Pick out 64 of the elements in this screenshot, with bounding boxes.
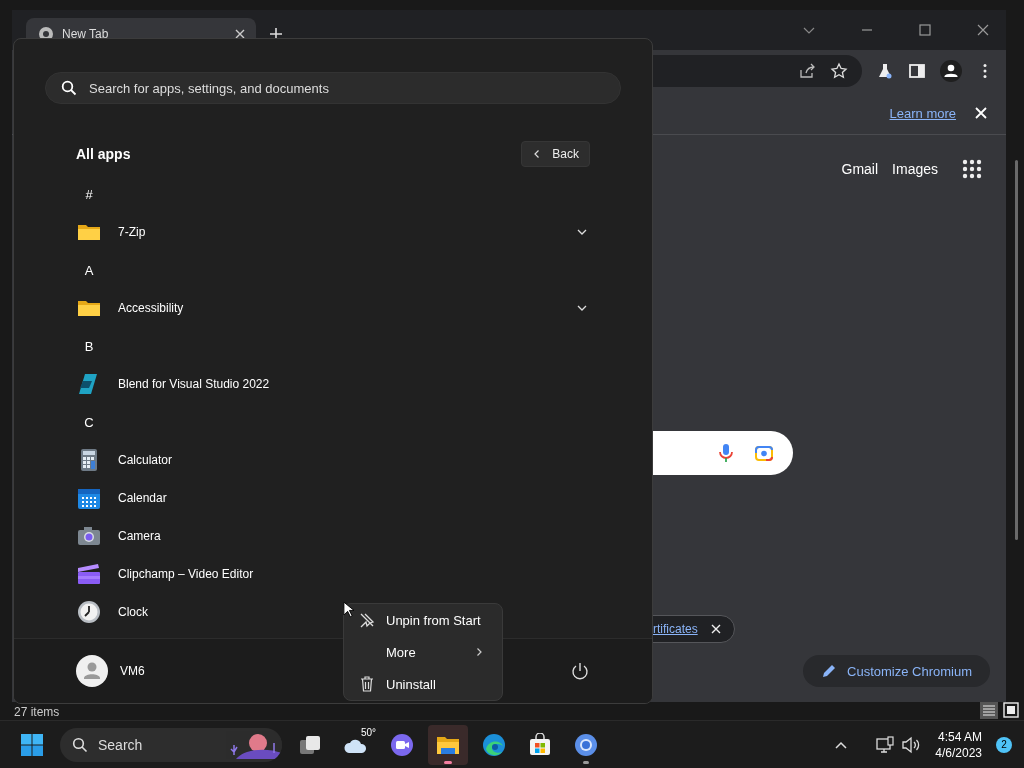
pencil-icon bbox=[821, 663, 837, 679]
calendar-icon bbox=[77, 486, 101, 510]
date-text: 4/6/2023 bbox=[935, 744, 982, 761]
windows-icon[interactable] bbox=[20, 732, 44, 757]
chromium-icon bbox=[574, 732, 598, 757]
header-link[interactable]: Gmail bbox=[841, 161, 879, 177]
time-text: 4:54 AM bbox=[937, 728, 982, 745]
header-link[interactable]: Images bbox=[892, 161, 938, 177]
volume-icon[interactable] bbox=[901, 734, 922, 755]
app-item[interactable]: Camera bbox=[76, 524, 161, 548]
app-item[interactable]: Accessibility bbox=[76, 296, 184, 320]
app-item[interactable]: Clock bbox=[76, 600, 148, 624]
app-item[interactable]: Calculator bbox=[76, 448, 173, 472]
chevron-right-icon bbox=[474, 647, 484, 657]
app-item[interactable]: Clipchamp – Video Editor bbox=[76, 562, 254, 586]
cursor-icon bbox=[343, 601, 354, 618]
learn-more-link[interactable]: Learn more bbox=[889, 105, 956, 121]
user-account[interactable]: VM6 bbox=[76, 655, 145, 687]
side-panel-icon[interactable] bbox=[908, 62, 926, 80]
tiles-view-icon[interactable] bbox=[1002, 701, 1020, 719]
video-chat-icon bbox=[390, 732, 414, 757]
app-item[interactable]: 7-Zip bbox=[76, 220, 146, 244]
clock[interactable]: 4:54 AM 4/6/2023 bbox=[935, 728, 982, 761]
taskbar-app[interactable]: 50° bbox=[336, 724, 376, 765]
close-icon[interactable] bbox=[234, 28, 246, 40]
notification-badge[interactable]: 2 bbox=[996, 736, 1012, 753]
letter-heading[interactable]: # bbox=[76, 186, 102, 202]
close-icon[interactable] bbox=[976, 23, 990, 37]
app-item[interactable]: Blend for Visual Studio 2022 bbox=[76, 372, 270, 396]
camera-icon bbox=[77, 524, 101, 548]
maximize-icon[interactable] bbox=[918, 23, 932, 37]
section-title: All apps bbox=[76, 146, 131, 162]
search-icon bbox=[72, 736, 88, 753]
taskbar-app[interactable] bbox=[428, 724, 468, 765]
certificates-link[interactable]: rtificates bbox=[653, 622, 698, 636]
avatar-icon bbox=[76, 655, 108, 687]
menu-item[interactable]: More bbox=[348, 636, 498, 668]
customize-button[interactable]: Customize Chromium bbox=[803, 655, 990, 687]
store-icon bbox=[528, 732, 552, 757]
flask-icon[interactable] bbox=[876, 62, 894, 80]
app-item[interactable]: Calendar bbox=[76, 486, 167, 510]
close-icon[interactable] bbox=[709, 623, 722, 635]
star-icon[interactable] bbox=[830, 62, 848, 80]
power-icon[interactable] bbox=[570, 661, 590, 681]
search-field[interactable]: Search for apps, settings, and documents bbox=[45, 72, 621, 104]
apps-grid-icon[interactable] bbox=[962, 159, 982, 179]
menu-item[interactable]: Unpin from Start bbox=[348, 604, 498, 636]
network-icon[interactable] bbox=[875, 734, 896, 755]
back-button[interactable]: Back bbox=[521, 141, 590, 167]
edge-icon bbox=[482, 732, 506, 757]
share-icon[interactable] bbox=[798, 62, 816, 80]
clock-icon bbox=[77, 600, 101, 624]
menu-item[interactable]: Uninstall bbox=[348, 668, 498, 700]
clapperboard-icon bbox=[77, 562, 101, 586]
search-field[interactable]: Search bbox=[60, 727, 282, 762]
trash-icon bbox=[358, 675, 376, 693]
search-icon bbox=[61, 80, 77, 96]
scrollbar[interactable] bbox=[1015, 160, 1018, 540]
unpin-icon bbox=[358, 611, 376, 629]
letter-heading[interactable]: B bbox=[76, 338, 102, 354]
letter-heading[interactable]: A bbox=[76, 262, 102, 278]
profile-icon[interactable] bbox=[940, 60, 962, 82]
status-text: 27 items bbox=[14, 705, 60, 719]
letter-heading[interactable]: C bbox=[76, 414, 102, 430]
